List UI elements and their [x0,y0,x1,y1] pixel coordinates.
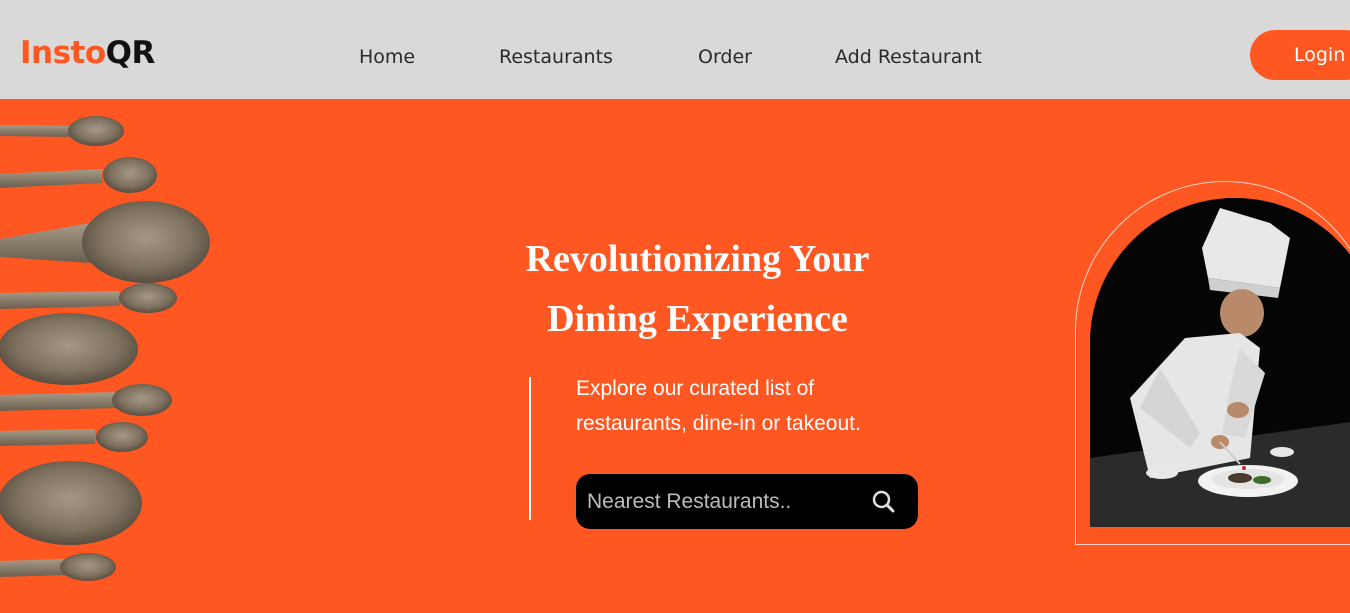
search-icon[interactable] [869,487,899,517]
wooden-spoons-image [0,116,210,581]
login-button[interactable]: Login [1250,30,1350,80]
hero-headline-line-2: Dining Experience [547,298,848,340]
nav-link-add-restaurant[interactable]: Add Restaurant [835,44,982,70]
hero-description: Explore our curated list of restaurants,… [576,371,916,441]
hero-headline-line-1: Revolutionizing Your [525,238,870,280]
logo-text-qr: QR [105,35,156,71]
hero-section: Revolutionizing Your Dining Experience E… [0,99,1350,613]
hero-description-line-1: Explore our curated list of [576,377,815,400]
hero-description-line-2: restaurants, dine-in or takeout. [576,412,861,435]
divider-line [529,377,531,520]
header: InstoQR Home Restaurants Order Add Resta… [0,0,1350,99]
hero-headline: Revolutionizing Your Dining Experience [470,229,925,349]
search-input[interactable] [576,474,866,529]
nav-link-order[interactable]: Order [698,44,752,70]
page: InstoQR Home Restaurants Order Add Resta… [0,0,1350,613]
search-bar [576,474,918,529]
chef-plating-image [1090,198,1350,527]
logo[interactable]: InstoQR [20,33,155,73]
logo-text-insto: Insto [20,35,106,71]
nav-link-restaurants[interactable]: Restaurants [499,44,613,70]
nav-link-home[interactable]: Home [359,44,415,70]
